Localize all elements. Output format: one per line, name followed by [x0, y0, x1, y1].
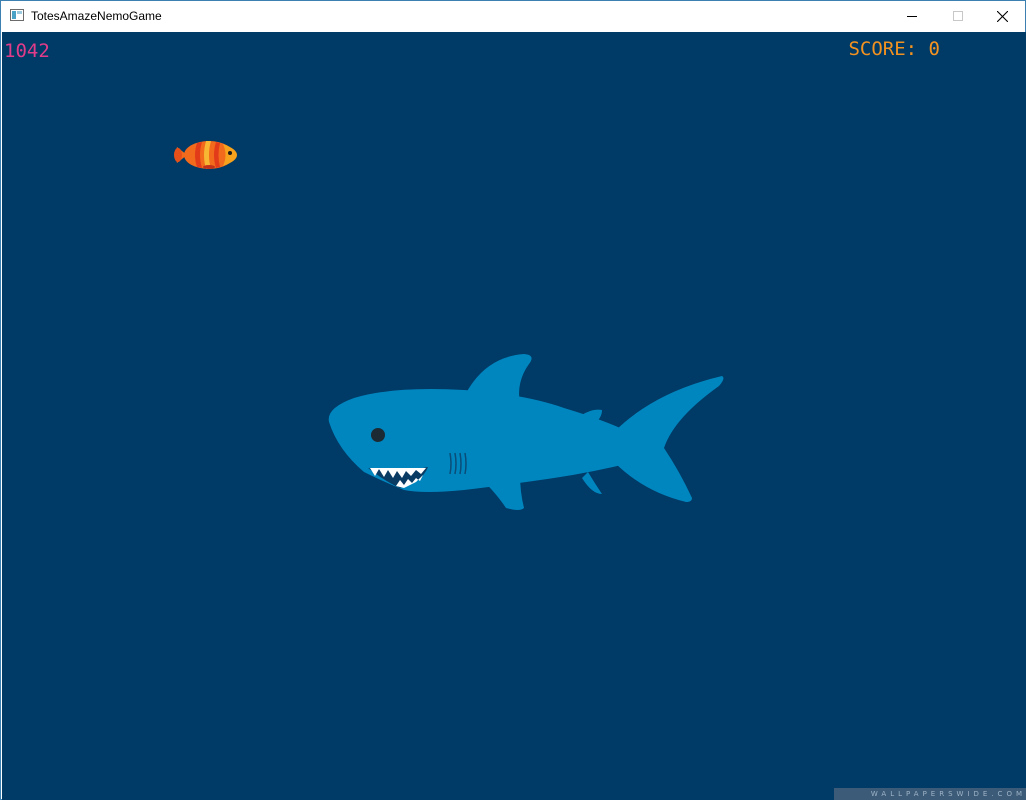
maximize-button[interactable]: [935, 1, 981, 31]
maximize-icon: [953, 11, 963, 21]
game-canvas[interactable]: 1042 SCORE: 0 WALLPAPERSWIDE.COM: [2, 32, 1026, 800]
minimize-icon: [907, 16, 917, 17]
window-title: TotesAmazeNemoGame: [31, 9, 162, 23]
minimize-button[interactable]: [889, 1, 935, 31]
game-window: TotesAmazeNemoGame 1042 SCORE: 0 WALLPAP…: [0, 0, 1026, 800]
title-bar[interactable]: TotesAmazeNemoGame: [1, 1, 1025, 31]
close-icon: [997, 11, 1008, 22]
close-button[interactable]: [979, 1, 1025, 31]
timer-counter: 1042: [4, 40, 50, 62]
app-window-icon: [10, 9, 24, 21]
wallpaper-watermark: WALLPAPERSWIDE.COM: [834, 788, 1026, 800]
clownfish-player[interactable]: [173, 139, 239, 171]
shark-enemy: [328, 354, 724, 510]
score-display: SCORE: 0: [848, 38, 940, 60]
